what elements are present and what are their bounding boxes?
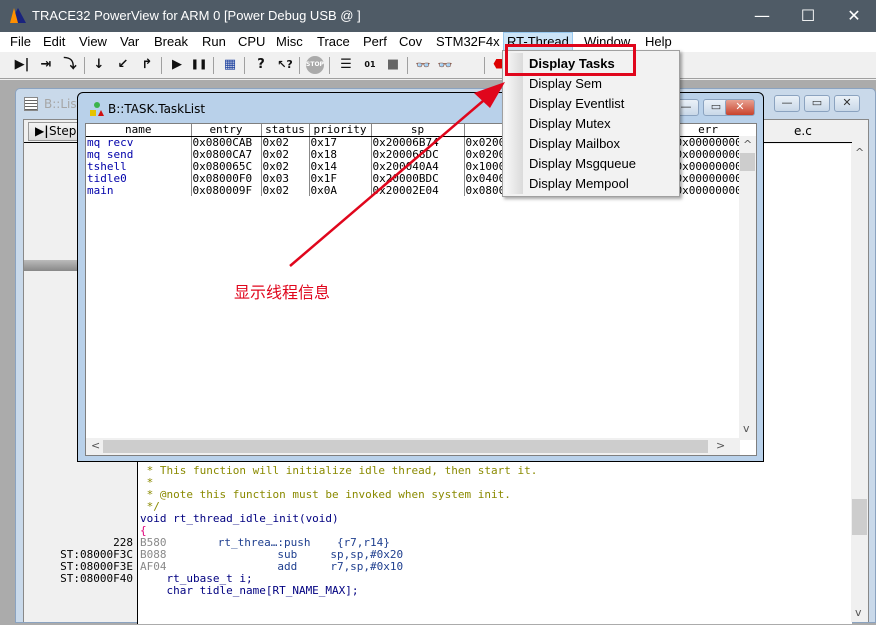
annotation-text: 显示线程信息 — [234, 283, 331, 302]
annotation-arrow-icon — [289, 82, 505, 267]
